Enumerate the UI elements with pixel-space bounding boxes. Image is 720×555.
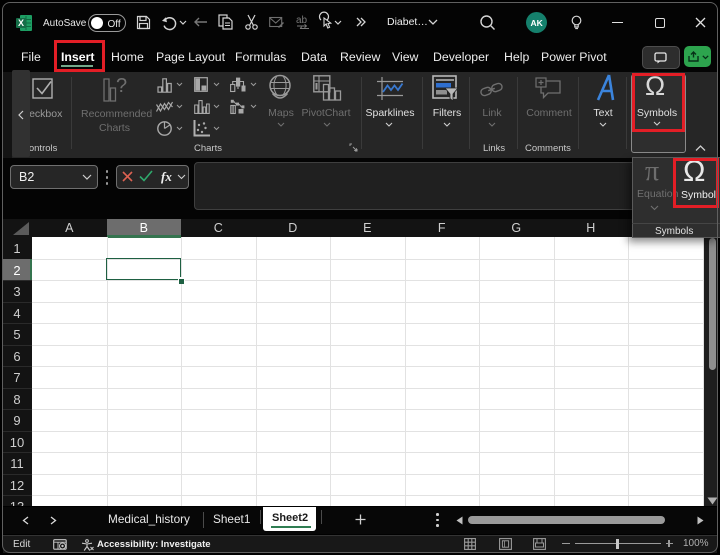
- svg-text:ab: ab: [296, 15, 308, 26]
- svg-text:?: ?: [116, 75, 127, 97]
- svg-text:X: X: [18, 18, 24, 28]
